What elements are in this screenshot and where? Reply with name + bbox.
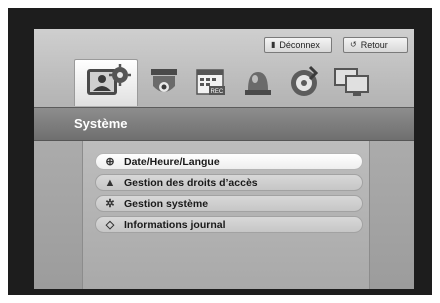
menu-panel: ⊕ Date/Heure/Langue ▲ Gestion des droits… <box>82 141 370 289</box>
user-icon: ▲ <box>104 176 116 189</box>
menu-item-label: Informations journal <box>124 218 226 231</box>
system-settings-icon[interactable] <box>74 59 138 106</box>
menu-item-log-information[interactable]: ◇ Informations journal <box>95 216 363 233</box>
logout-label: Déconnex <box>279 40 320 50</box>
svg-text:REC: REC <box>211 89 224 95</box>
network-settings-icon[interactable] <box>330 59 374 105</box>
logout-button[interactable]: ▮ Déconnex <box>264 37 332 53</box>
menu-item-label: Gestion des droits d’accès <box>124 176 258 189</box>
diamond-icon: ◇ <box>105 219 115 231</box>
back-button[interactable]: ↺ Retour <box>343 37 408 53</box>
menu-item-access-rights[interactable]: ▲ Gestion des droits d’accès <box>95 174 363 191</box>
menu-item-date-time-language[interactable]: ⊕ Date/Heure/Langue <box>95 153 363 170</box>
camera-settings-icon[interactable] <box>144 59 184 105</box>
globe-icon: ⊕ <box>105 156 115 168</box>
event-alarm-icon[interactable] <box>238 59 278 105</box>
category-toolbar: REC <box>74 59 404 107</box>
back-label: Retour <box>360 40 388 50</box>
gear-icon: ✲ <box>105 198 115 210</box>
system-menu: ⊕ Date/Heure/Langue ▲ Gestion des droits… <box>95 153 363 237</box>
backup-disc-icon[interactable] <box>284 59 324 105</box>
dvr-screen: ▮ Déconnex ↺ Retour REC Système ⊕ Date/H… <box>34 29 414 289</box>
menu-item-label: Date/Heure/Langue <box>124 155 220 168</box>
menu-item-label: Gestion système <box>124 197 209 210</box>
back-icon: ↺ <box>350 40 357 49</box>
recording-schedule-icon[interactable]: REC <box>190 59 230 105</box>
page-title: Système <box>74 116 128 131</box>
section-title-bar: Système <box>34 107 414 141</box>
logout-icon: ▮ <box>271 40 276 49</box>
menu-item-system-management[interactable]: ✲ Gestion système <box>95 195 363 212</box>
